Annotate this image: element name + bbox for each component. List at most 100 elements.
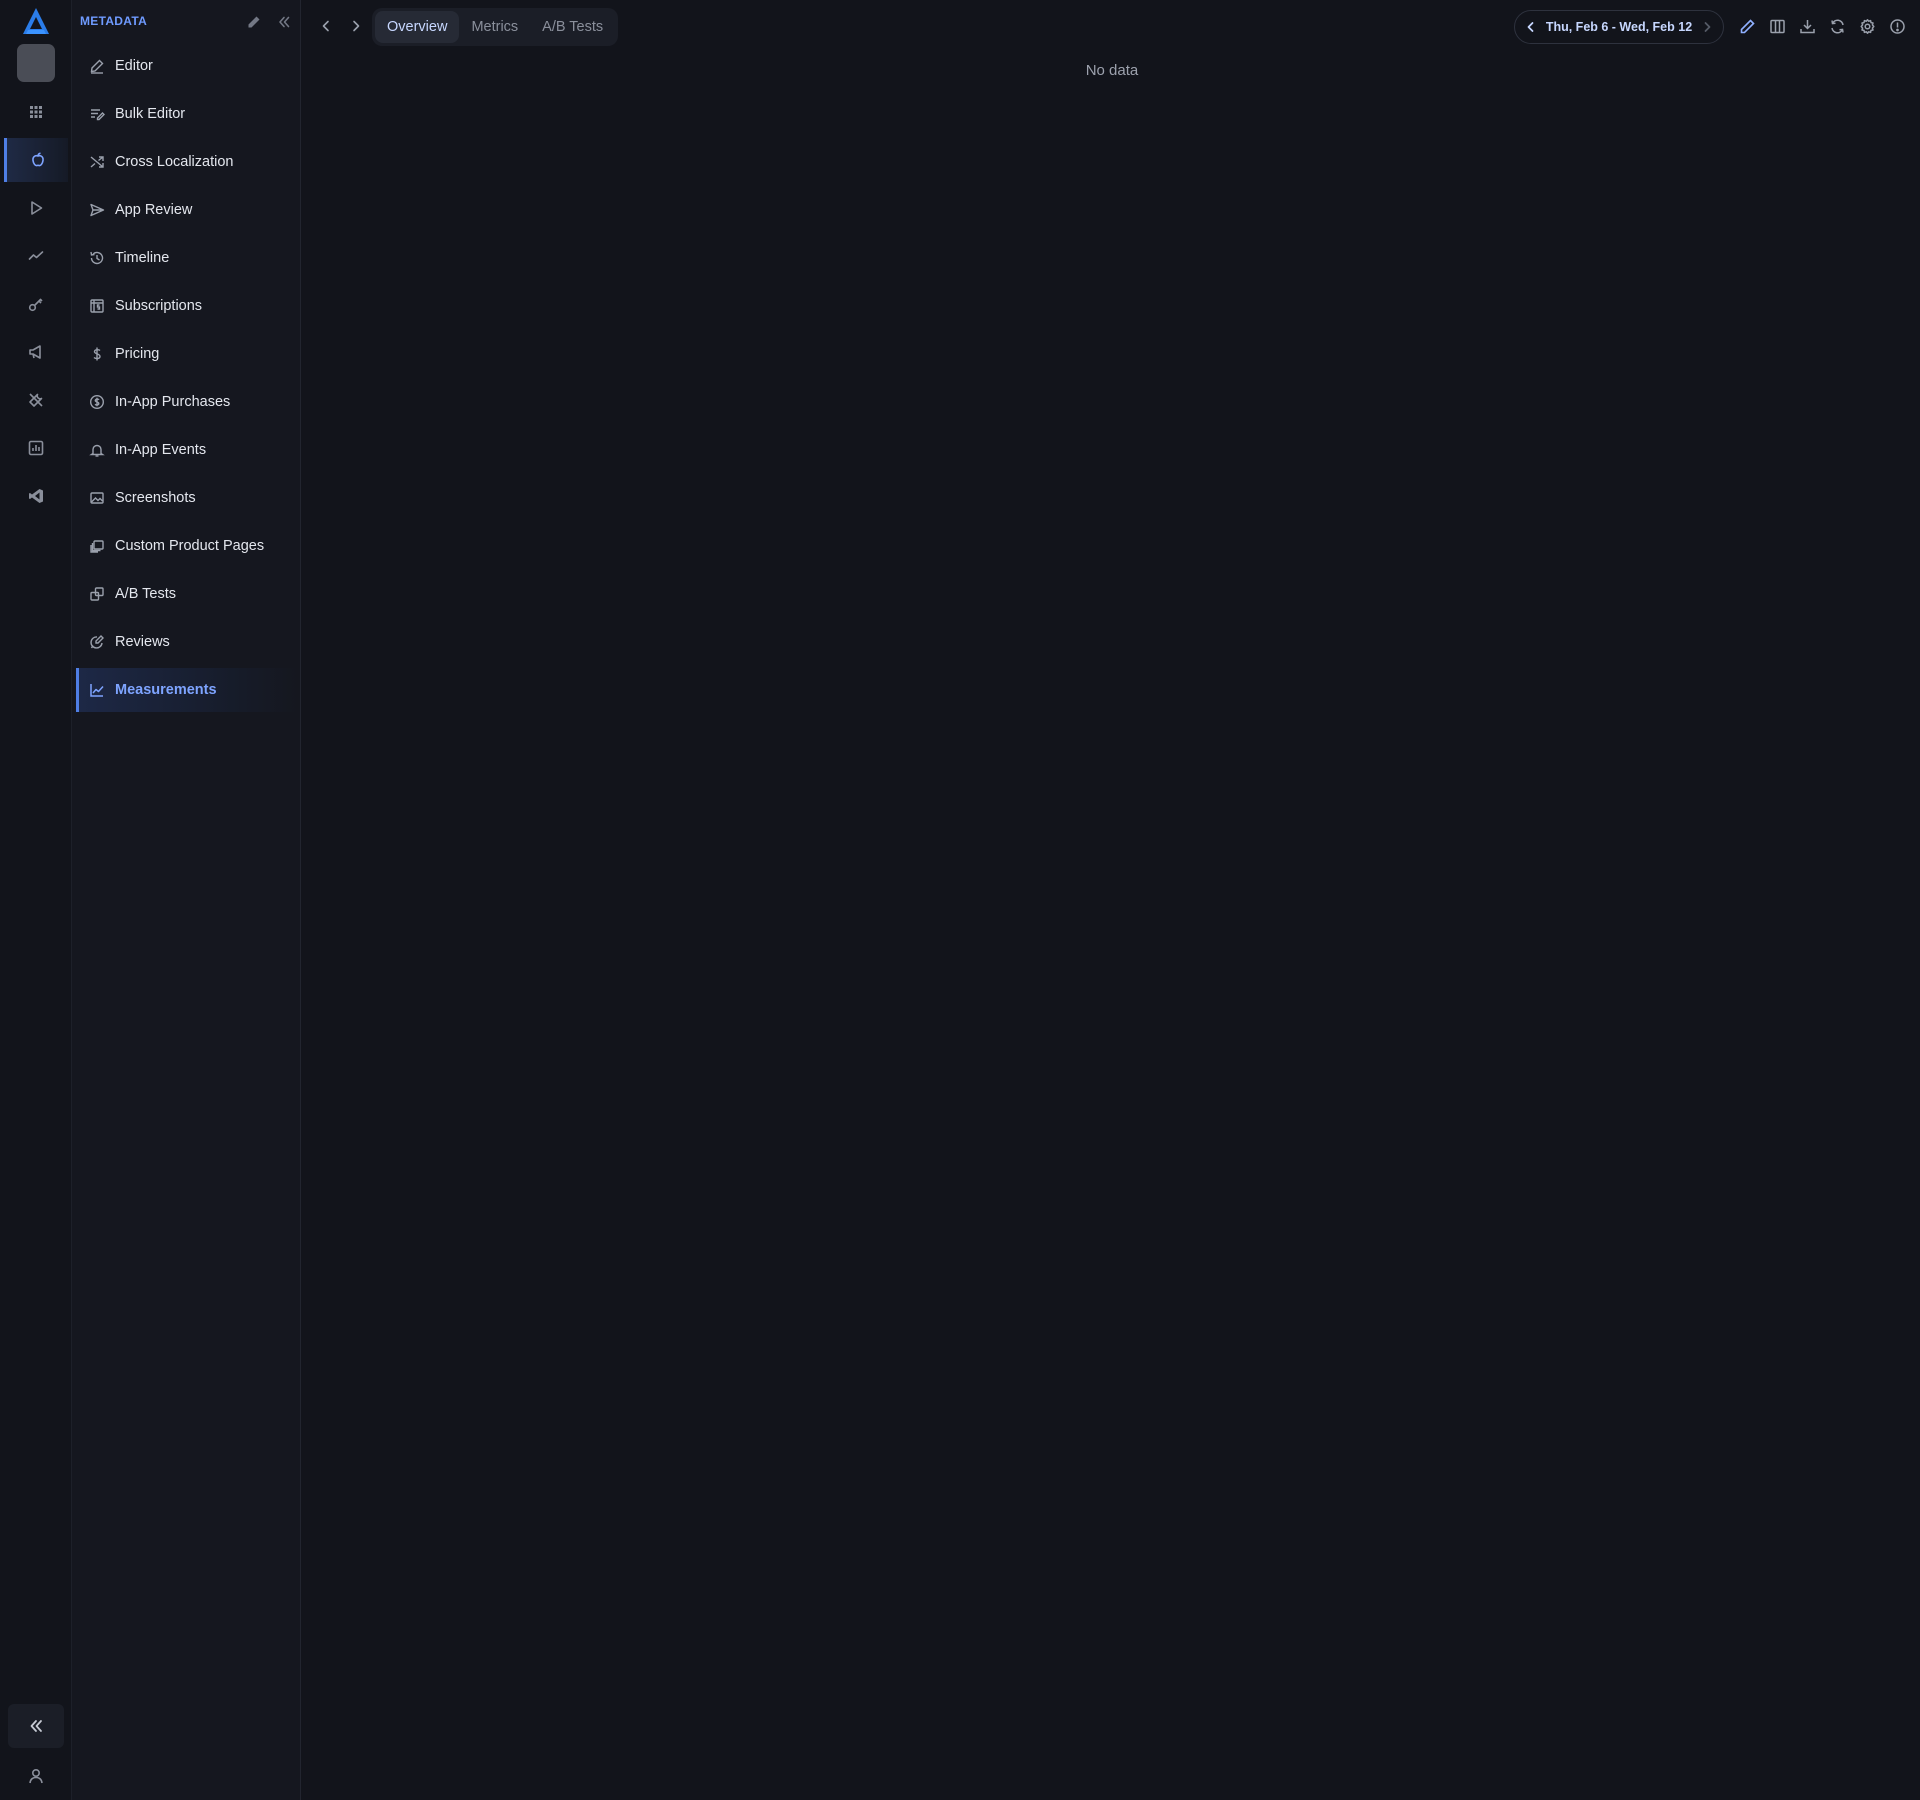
pencil-icon xyxy=(1740,18,1755,33)
bulk-edit-icon xyxy=(88,105,106,123)
sidebar-item-app-review[interactable]: App Review xyxy=(76,188,297,232)
bell-icon xyxy=(88,441,106,459)
sidebar-item-editor[interactable]: Editor xyxy=(76,44,297,88)
gear-icon xyxy=(1859,18,1875,34)
download-icon xyxy=(1799,19,1815,33)
pencil-icon xyxy=(88,57,106,75)
rail-google-play-button[interactable] xyxy=(4,186,68,230)
edit-section-button[interactable] xyxy=(244,12,264,32)
sidebar-item-timeline[interactable]: Timeline xyxy=(76,236,297,280)
expand-rail-button[interactable] xyxy=(8,1704,64,1748)
app-avatar[interactable] xyxy=(17,44,55,82)
metadata-sidebar: METADATA Editor Bulk Editor Cross Locali… xyxy=(72,0,301,1800)
back-button[interactable] xyxy=(314,14,338,38)
sidebar-item-reviews[interactable]: Reviews xyxy=(76,620,297,664)
help-button[interactable] xyxy=(1886,15,1908,37)
collapse-sidebar-button[interactable] xyxy=(274,12,294,32)
user-icon xyxy=(29,1768,43,1784)
view-tabs: Overview Metrics A/B Tests xyxy=(372,8,619,46)
date-range-label: Thu, Feb 6 - Wed, Feb 12 xyxy=(1545,20,1693,34)
icon-rail xyxy=(0,0,72,1800)
sidebar-item-label: Bulk Editor xyxy=(115,106,186,122)
tools-icon xyxy=(29,393,43,407)
megaphone-icon xyxy=(29,345,41,359)
sidebar-item-label: Measurements xyxy=(115,682,217,698)
sidebar-item-ab-tests[interactable]: A/B Tests xyxy=(76,572,297,616)
coin-icon xyxy=(88,393,106,411)
sidebar-item-screenshots[interactable]: Screenshots xyxy=(76,476,297,520)
tab-metrics[interactable]: Metrics xyxy=(459,11,530,43)
sidebar-item-label: In-App Purchases xyxy=(115,394,231,410)
app-logo-icon[interactable] xyxy=(20,6,52,38)
sidebar-item-custom-product-pages[interactable]: Custom Product Pages xyxy=(76,524,297,568)
edit-button[interactable] xyxy=(1736,15,1758,37)
rail-campaigns-button[interactable] xyxy=(4,330,68,374)
chevron-left-icon xyxy=(1527,22,1534,32)
refresh-icon xyxy=(1830,18,1844,34)
sidebar-item-label: Timeline xyxy=(115,250,170,266)
sidebar-header: METADATA xyxy=(72,0,301,44)
rail-integrations-button[interactable] xyxy=(4,474,68,518)
tab-overview[interactable]: Overview xyxy=(375,11,460,43)
sidebar-item-label: Screenshots xyxy=(115,490,196,506)
rail-tools-button[interactable] xyxy=(4,378,68,422)
history-icon xyxy=(88,249,106,267)
next-range-button[interactable] xyxy=(1701,21,1713,33)
sidebar-item-label: Subscriptions xyxy=(115,298,203,314)
sidebar-title: METADATA xyxy=(80,14,148,28)
play-icon xyxy=(31,201,43,215)
chart-box-icon xyxy=(28,440,44,456)
rail-keywords-button[interactable] xyxy=(4,282,68,326)
sidebar-item-label: Custom Product Pages xyxy=(115,538,265,554)
chevron-right-icon xyxy=(353,20,360,32)
rail-apps-button[interactable] xyxy=(4,90,68,134)
download-button[interactable] xyxy=(1796,15,1818,37)
trend-icon xyxy=(28,251,44,260)
settings-button[interactable] xyxy=(1856,15,1878,37)
sidebar-item-measurements[interactable]: Measurements xyxy=(76,668,297,712)
double-chevron-left-icon xyxy=(279,16,290,28)
key-icon xyxy=(28,298,43,312)
user-account-button[interactable] xyxy=(16,1760,56,1792)
sidebar-nav: Editor Bulk Editor Cross Localization Ap… xyxy=(76,44,297,716)
sidebar-item-in-app-events[interactable]: In-App Events xyxy=(76,428,297,472)
sidebar-item-label: Editor xyxy=(115,58,153,74)
refresh-button[interactable] xyxy=(1826,15,1848,37)
sidebar-item-pricing[interactable]: Pricing xyxy=(76,332,297,376)
top-bar: Overview Metrics A/B Tests Thu, Feb 6 - … xyxy=(302,0,1920,52)
grid-icon xyxy=(30,106,42,118)
rail-reports-button[interactable] xyxy=(4,426,68,470)
sidebar-item-bulk-editor[interactable]: Bulk Editor xyxy=(76,92,297,136)
sidebar-item-in-app-purchases[interactable]: In-App Purchases xyxy=(76,380,297,424)
sidebar-item-label: In-App Events xyxy=(115,442,207,458)
sidebar-item-label: Pricing xyxy=(115,346,160,362)
sidebar-item-subscriptions[interactable]: Subscriptions xyxy=(76,284,297,328)
code-icon xyxy=(29,489,43,503)
rail-app-store-button[interactable] xyxy=(4,138,68,182)
pencil-icon xyxy=(248,16,260,28)
chevron-right-icon xyxy=(1704,22,1711,32)
tab-ab-tests[interactable]: A/B Tests xyxy=(530,11,615,43)
app-root: METADATA Editor Bulk Editor Cross Locali… xyxy=(0,0,1920,1800)
columns-button[interactable] xyxy=(1766,15,1788,37)
stack-icon xyxy=(88,537,106,555)
ab-icon xyxy=(88,585,106,603)
empty-state-message: No data xyxy=(1085,62,1139,79)
image-icon xyxy=(88,489,106,507)
send-icon xyxy=(88,201,106,219)
sidebar-item-label: Cross Localization xyxy=(115,154,234,170)
sidebar-item-label: A/B Tests xyxy=(115,586,176,602)
sidebar-item-label: App Review xyxy=(115,202,193,218)
rail-analytics-button[interactable] xyxy=(4,234,68,278)
dollar-icon xyxy=(88,345,106,363)
subscriptions-icon xyxy=(88,297,106,315)
help-icon xyxy=(1889,18,1905,34)
sidebar-item-cross-localization[interactable]: Cross Localization xyxy=(76,140,297,184)
previous-range-button[interactable] xyxy=(1525,21,1537,33)
date-range-picker[interactable]: Thu, Feb 6 - Wed, Feb 12 xyxy=(1514,10,1724,44)
sidebar-item-label: Reviews xyxy=(115,634,170,650)
forward-button[interactable] xyxy=(344,14,368,38)
columns-icon xyxy=(1769,19,1785,33)
line-chart-icon xyxy=(88,681,106,699)
review-icon xyxy=(88,633,106,651)
